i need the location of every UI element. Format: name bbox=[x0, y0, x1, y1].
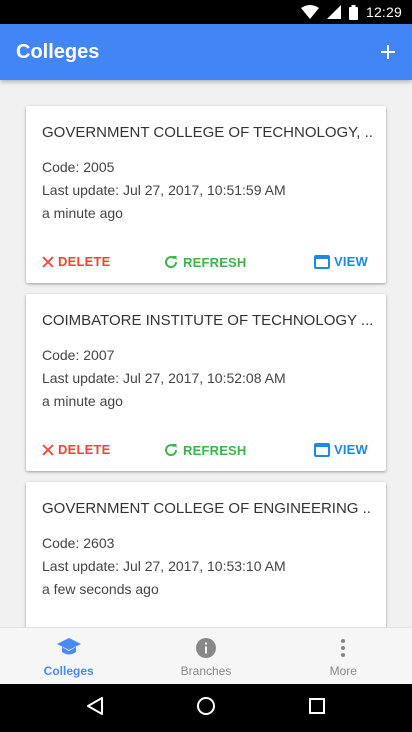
nav-branches-label: Branches bbox=[180, 664, 232, 678]
nav-branches[interactable]: Branches bbox=[137, 628, 274, 684]
close-icon bbox=[42, 255, 54, 268]
card-actions: DELETE REFRESH VIEW bbox=[26, 254, 386, 274]
recents-icon[interactable] bbox=[308, 697, 326, 720]
college-card: GOVERNMENT COLLEGE OF TECHNOLOGY, ... Co… bbox=[26, 106, 386, 283]
back-icon[interactable] bbox=[86, 696, 104, 721]
page-title: Colleges bbox=[16, 40, 100, 63]
relative-time: a minute ago bbox=[42, 393, 123, 409]
nav-more[interactable]: More bbox=[275, 628, 412, 684]
system-navigation bbox=[0, 684, 412, 732]
view-label: VIEW bbox=[333, 254, 368, 269]
card-actions: DELETE REFRESH VIEW bbox=[26, 442, 386, 462]
last-update: Last update: Jul 27, 2017, 10:53:10 AM bbox=[42, 558, 286, 574]
refresh-label: REFRESH bbox=[183, 442, 247, 458]
relative-time: a minute ago bbox=[42, 205, 123, 221]
clock: 12:29 bbox=[365, 4, 402, 20]
close-icon bbox=[42, 443, 54, 456]
battery-icon bbox=[348, 4, 358, 20]
delete-label: DELETE bbox=[58, 442, 111, 457]
school-icon bbox=[56, 638, 81, 661]
home-icon[interactable] bbox=[196, 696, 216, 721]
last-update: Last update: Jul 27, 2017, 10:52:08 AM bbox=[42, 370, 286, 386]
add-icon[interactable] bbox=[376, 40, 400, 64]
more-vert-icon bbox=[333, 638, 353, 661]
refresh-label: REFRESH bbox=[183, 254, 247, 270]
relative-time: a few seconds ago bbox=[42, 581, 159, 597]
nav-more-label: More bbox=[329, 664, 357, 678]
nav-colleges[interactable]: Colleges bbox=[0, 628, 137, 684]
refresh-icon bbox=[163, 442, 179, 458]
college-card: GOVERNMENT COLLEGE OF ENGINEERING ... Co… bbox=[26, 482, 386, 627]
nav-colleges-label: Colleges bbox=[43, 664, 94, 678]
college-list[interactable]: GOVERNMENT COLLEGE OF TECHNOLOGY, ... Co… bbox=[0, 80, 412, 627]
refresh-button[interactable]: REFRESH bbox=[163, 254, 247, 270]
view-button[interactable]: VIEW bbox=[313, 442, 368, 457]
college-code: Code: 2007 bbox=[42, 347, 115, 363]
refresh-button[interactable]: REFRESH bbox=[163, 442, 247, 458]
view-button[interactable]: VIEW bbox=[313, 254, 368, 269]
last-update: Last update: Jul 27, 2017, 10:51:59 AM bbox=[42, 182, 286, 198]
status-bar: 12:29 bbox=[0, 0, 412, 24]
college-card: COIMBATORE INSTITUTE OF TECHNOLOGY ... C… bbox=[26, 294, 386, 471]
college-name: GOVERNMENT COLLEGE OF ENGINEERING ... bbox=[42, 500, 372, 517]
college-name: GOVERNMENT COLLEGE OF TECHNOLOGY, ... bbox=[42, 124, 372, 141]
delete-button[interactable]: DELETE bbox=[42, 254, 110, 269]
wifi-icon bbox=[300, 5, 319, 19]
college-code: Code: 2005 bbox=[42, 159, 115, 175]
bottom-navigation: Colleges Branches More bbox=[0, 627, 412, 684]
college-name: COIMBATORE INSTITUTE OF TECHNOLOGY ... bbox=[42, 312, 372, 329]
college-code: Code: 2603 bbox=[42, 535, 115, 551]
refresh-icon bbox=[163, 254, 179, 270]
view-icon bbox=[313, 442, 330, 457]
delete-label: DELETE bbox=[58, 254, 111, 269]
delete-button[interactable]: DELETE bbox=[42, 442, 110, 457]
info-icon bbox=[195, 638, 216, 661]
app-bar: Colleges bbox=[0, 24, 412, 80]
view-icon bbox=[313, 254, 330, 269]
view-label: VIEW bbox=[333, 442, 368, 457]
signal-icon bbox=[326, 5, 341, 19]
